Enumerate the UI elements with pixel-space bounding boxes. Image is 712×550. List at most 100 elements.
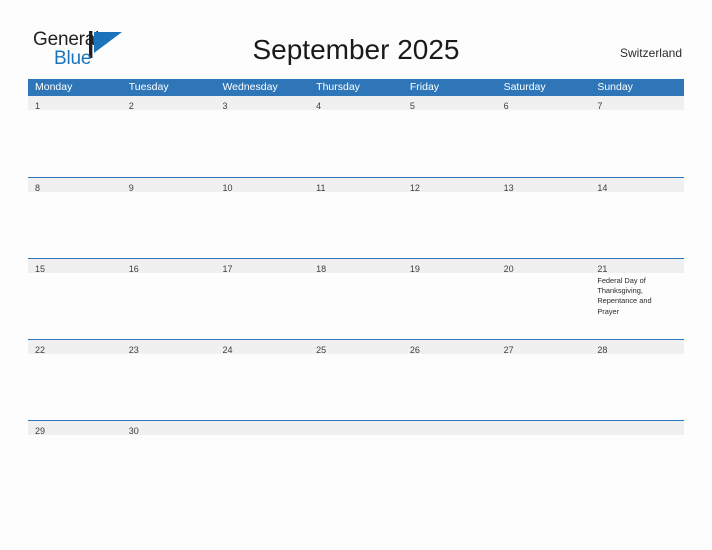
day-number: 29 <box>35 426 46 436</box>
day-cell[interactable]: 28 <box>590 340 684 355</box>
day-cell[interactable] <box>309 421 403 435</box>
event-cell[interactable] <box>28 110 122 113</box>
day-cell[interactable]: 19 <box>403 259 497 274</box>
event-cell[interactable] <box>590 435 684 438</box>
day-cell[interactable]: 10 <box>215 178 309 193</box>
event-cell[interactable] <box>122 192 216 195</box>
day-cell[interactable]: 5 <box>403 96 497 111</box>
day-cell[interactable]: 15 <box>28 259 122 274</box>
day-cell[interactable]: 4 <box>309 96 403 111</box>
event-cell[interactable] <box>497 110 591 113</box>
day-cell[interactable]: 26 <box>403 340 497 355</box>
day-number: 30 <box>128 426 139 436</box>
weekday-header-sunday: Sunday <box>597 81 633 93</box>
day-number: 3 <box>222 101 228 111</box>
day-cell[interactable]: 25 <box>309 340 403 355</box>
day-cell[interactable]: 13 <box>497 178 591 193</box>
day-number: 17 <box>222 264 233 274</box>
day-cell[interactable]: 7 <box>590 96 684 111</box>
event-cell[interactable] <box>28 192 122 195</box>
day-cell[interactable]: 30 <box>122 421 216 436</box>
day-number: 9 <box>128 183 134 193</box>
day-number: 5 <box>409 101 415 111</box>
event-cell[interactable] <box>403 110 497 113</box>
week-date-band: 22 23 24 25 26 27 28 <box>28 340 684 355</box>
week-date-band: 8 9 10 11 12 13 14 <box>28 178 684 193</box>
day-number: 27 <box>503 345 514 355</box>
event-cell[interactable] <box>403 435 497 438</box>
day-number: 16 <box>128 264 139 274</box>
event-cell[interactable] <box>309 110 403 113</box>
day-number: 7 <box>597 101 603 111</box>
day-number: 21 <box>597 264 608 274</box>
day-cell[interactable]: 29 <box>28 421 122 436</box>
day-number: 10 <box>222 183 233 193</box>
weekday-header-monday: Monday <box>35 81 73 93</box>
day-cell[interactable]: 16 <box>122 259 216 274</box>
country-label: Switzerland <box>619 46 682 60</box>
week-events-band <box>28 354 684 357</box>
event-cell[interactable] <box>590 110 684 113</box>
weekday-header-saturday: Saturday <box>503 81 546 93</box>
day-number: 1 <box>35 101 41 111</box>
day-cell[interactable] <box>215 421 309 435</box>
day-cell[interactable]: 8 <box>28 178 122 193</box>
page-title: September 2025 <box>252 34 460 65</box>
day-number: 13 <box>503 183 514 193</box>
page-header: General Blue September 2025 Switzerland <box>0 0 712 78</box>
day-cell[interactable]: 2 <box>122 96 216 111</box>
day-cell[interactable]: 9 <box>122 178 216 193</box>
calendar-grid: Monday Tuesday Wednesday Thursday Friday… <box>28 79 684 450</box>
day-number: 15 <box>35 264 46 274</box>
day-cell[interactable]: 23 <box>122 340 216 355</box>
event-cell[interactable] <box>215 110 309 113</box>
day-number: 2 <box>128 101 134 111</box>
week-date-band: 1 2 3 4 5 6 7 <box>28 96 684 111</box>
week-row: 29 30 <box>28 420 684 450</box>
week-row: 1 2 3 4 5 6 7 <box>28 96 684 177</box>
week-events-band <box>28 435 684 438</box>
day-number: 23 <box>128 345 139 355</box>
holiday-text: Federal Day of Thanksgiving, Repentance … <box>597 276 652 316</box>
day-cell[interactable]: 24 <box>215 340 309 355</box>
weekday-header-friday: Friday <box>409 81 440 93</box>
day-number: 12 <box>409 183 420 193</box>
day-number: 28 <box>597 345 608 355</box>
day-cell[interactable]: 21 <box>590 259 684 274</box>
week-events-band <box>28 110 684 113</box>
day-cell[interactable]: 17 <box>215 259 309 274</box>
event-cell[interactable] <box>309 435 403 438</box>
day-cell[interactable]: 3 <box>215 96 309 111</box>
day-cell[interactable]: 18 <box>309 259 403 274</box>
day-number: 24 <box>222 345 233 355</box>
day-number: 6 <box>503 101 509 111</box>
week-date-band: 15 16 17 18 19 20 21 <box>28 259 684 274</box>
weekday-header-thursday: Thursday <box>316 81 360 93</box>
event-cell[interactable]: Federal Day of Thanksgiving, Repentance … <box>590 273 684 317</box>
day-cell[interactable] <box>403 421 497 435</box>
day-cell[interactable]: 14 <box>590 178 684 193</box>
day-cell[interactable]: 22 <box>28 340 122 355</box>
week-events-band <box>28 192 684 195</box>
day-cell[interactable]: 20 <box>497 259 591 274</box>
day-cell[interactable]: 11 <box>309 178 403 193</box>
day-number: 8 <box>35 183 41 193</box>
day-cell[interactable]: 1 <box>28 96 122 111</box>
day-cell[interactable]: 12 <box>403 178 497 193</box>
day-number: 19 <box>409 264 420 274</box>
day-cell[interactable]: 27 <box>497 340 591 355</box>
day-cell[interactable] <box>497 421 591 435</box>
day-cell[interactable] <box>590 421 684 435</box>
day-number: 4 <box>316 101 322 111</box>
event-cell[interactable] <box>122 110 216 113</box>
day-number: 25 <box>316 345 327 355</box>
week-row: 15 16 17 18 19 20 21 Federal Day of Than… <box>28 258 684 339</box>
event-cell[interactable] <box>497 435 591 438</box>
calendar-page: General Blue September 2025 Switzerland … <box>0 0 712 550</box>
day-number: 14 <box>597 183 608 193</box>
weekday-header-wednesday: Wednesday <box>222 81 278 93</box>
weekday-header-row: Monday Tuesday Wednesday Thursday Friday… <box>28 79 684 96</box>
event-cell[interactable] <box>215 435 309 438</box>
day-cell[interactable]: 6 <box>497 96 591 111</box>
weekday-header-tuesday: Tuesday <box>128 81 169 93</box>
